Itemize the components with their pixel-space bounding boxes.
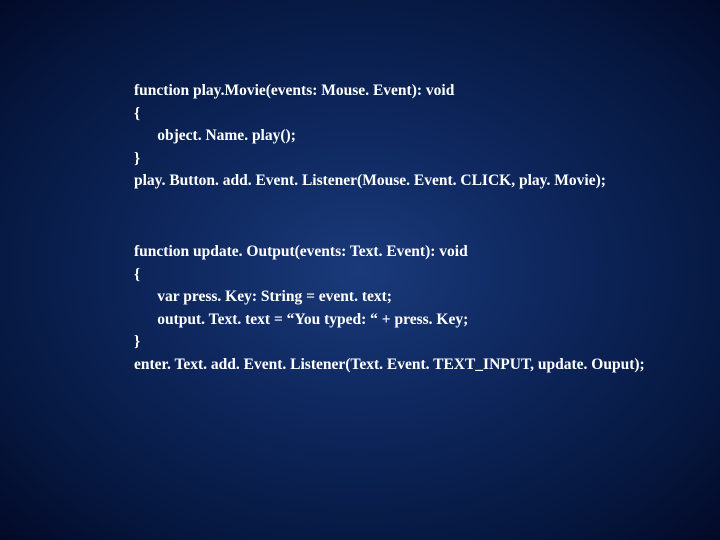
code-line: function play.Movie(events: Mouse. Event… bbox=[134, 82, 454, 99]
code-line: enter. Text. add. Event. Listener(Text. … bbox=[134, 356, 645, 373]
code-line: var press. Key: String = event. text; bbox=[134, 288, 392, 305]
code-line: } bbox=[134, 150, 140, 167]
code-line: { bbox=[134, 266, 140, 283]
code-line: { bbox=[134, 105, 140, 122]
code-line: play. Button. add. Event. Listener(Mouse… bbox=[134, 172, 606, 189]
code-line: function update. Output(events: Text. Ev… bbox=[134, 243, 468, 260]
code-line: } bbox=[134, 333, 140, 350]
code-line: output. Text. text = “You typed: “ + pre… bbox=[134, 311, 468, 328]
code-block-1: function play.Movie(events: Mouse. Event… bbox=[134, 58, 720, 193]
spacer bbox=[134, 193, 720, 219]
code-line: object. Name. play(); bbox=[134, 127, 296, 144]
code-block-2: function update. Output(events: Text. Ev… bbox=[134, 219, 720, 376]
slide: function play.Movie(events: Mouse. Event… bbox=[0, 0, 720, 540]
